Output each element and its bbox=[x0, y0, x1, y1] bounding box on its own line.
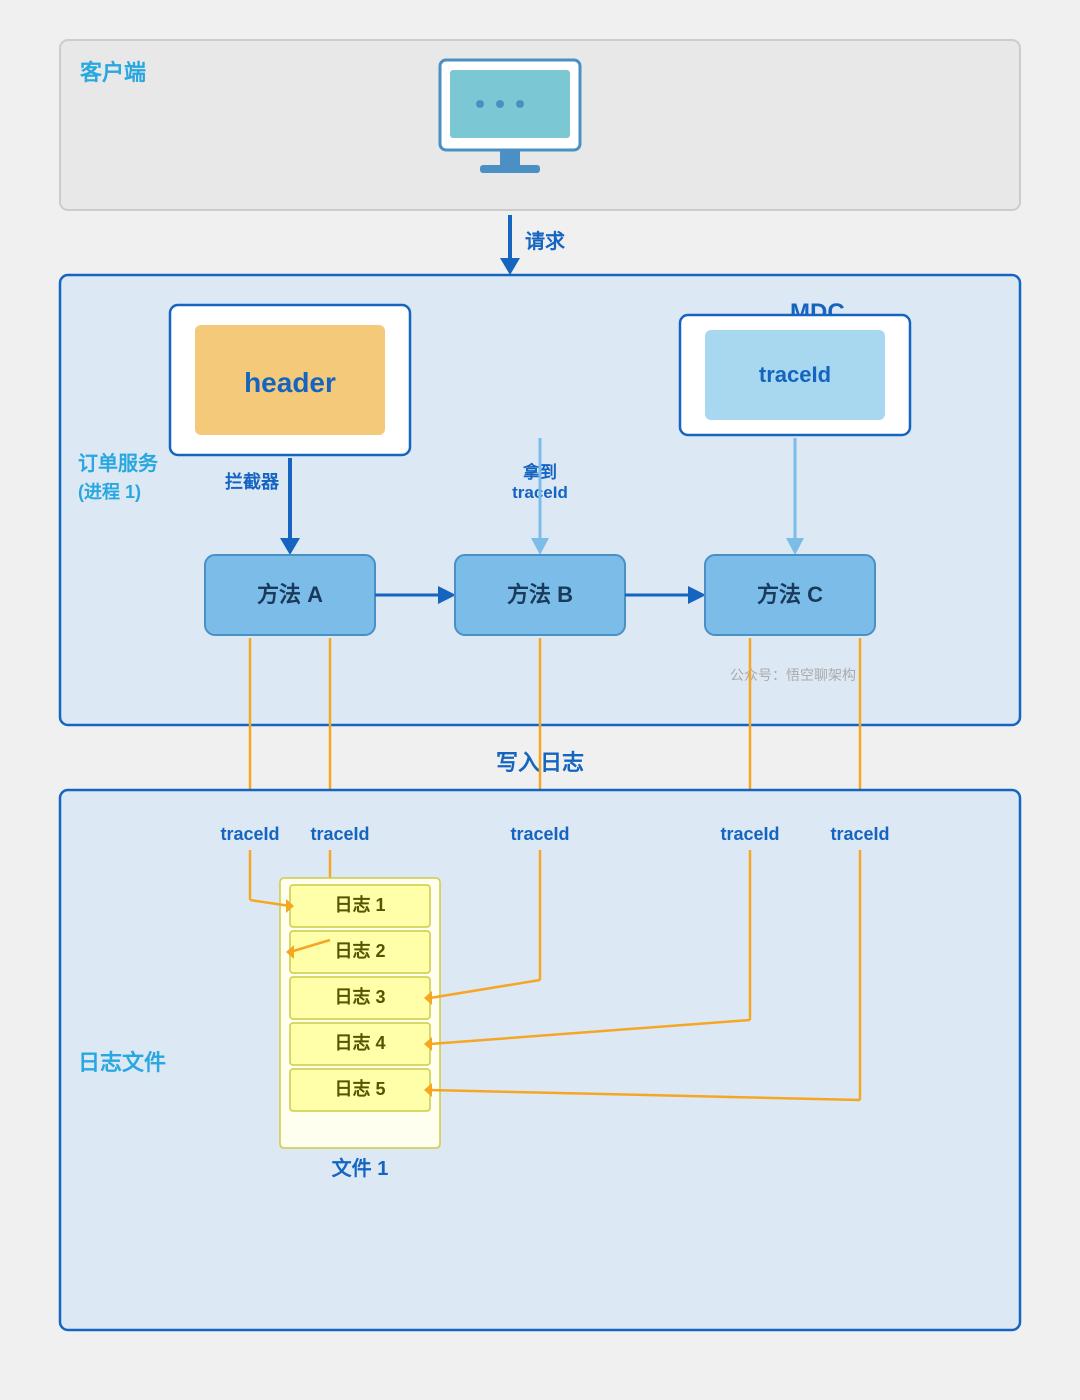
traceid-mdc-box-label: traceId bbox=[759, 362, 831, 387]
diagram-container: 客户端 请求 订单服务 (进程 1) MDC header bbox=[50, 30, 1030, 1370]
method-c-label: 方法 C bbox=[757, 582, 823, 607]
client-label: 客户端 bbox=[80, 60, 146, 85]
log1-label: 日志 1 bbox=[334, 894, 385, 915]
traceid-label-3: traceId bbox=[510, 824, 569, 844]
order-service-label: 订单服务 bbox=[78, 451, 159, 475]
order-service-sublabel: (进程 1) bbox=[78, 482, 141, 502]
main-diagram: 客户端 请求 订单服务 (进程 1) MDC header bbox=[50, 30, 1030, 1370]
traceid-label-5: traceId bbox=[830, 824, 889, 844]
traceid-label-4: traceId bbox=[720, 824, 779, 844]
method-b-label: 方法 B bbox=[507, 582, 573, 607]
request-label: 请求 bbox=[525, 229, 566, 253]
method-a-label: 方法 A bbox=[257, 582, 323, 607]
log-file-label: 日志文件 bbox=[78, 1050, 166, 1075]
log4-label: 日志 4 bbox=[334, 1032, 385, 1053]
log5-label: 日志 5 bbox=[334, 1078, 385, 1099]
header-box-label: header bbox=[244, 367, 336, 398]
traceid-label-1: traceId bbox=[220, 824, 279, 844]
log2-label: 日志 2 bbox=[334, 940, 385, 961]
traceid-label-2: traceId bbox=[310, 824, 369, 844]
file1-label: 文件 1 bbox=[332, 1156, 389, 1180]
interceptor-label: 拦截器 bbox=[225, 471, 280, 492]
log3-label: 日志 3 bbox=[334, 986, 385, 1007]
